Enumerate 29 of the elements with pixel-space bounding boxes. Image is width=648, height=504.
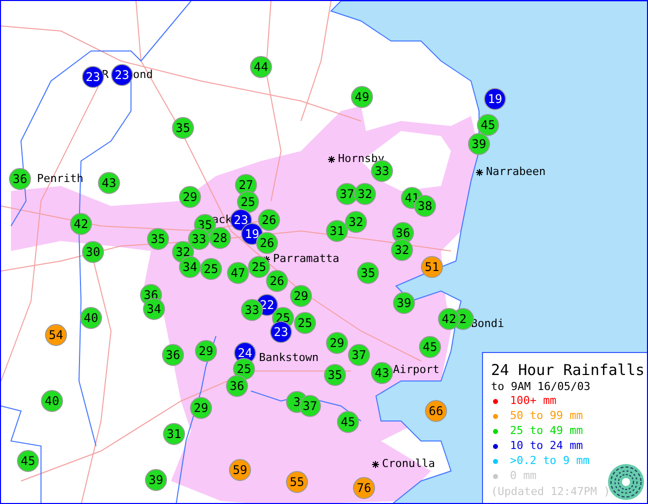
legend-label: 10 to 24 mm [510,438,583,454]
rainfall-marker: 30 [82,241,104,263]
rainfall-marker: 43 [98,172,120,194]
rainfall-marker: 29 [179,186,201,208]
legend-label: 100+ mm [510,393,556,410]
rainfall-marker: 34 [143,298,165,320]
place-label: Narrabeen [486,166,546,178]
rainfall-marker: 39 [145,469,167,491]
place-label: Cronulla [382,458,435,470]
legend-label: >0.2 to 9 mm [510,453,590,470]
place-label: Parramatta [273,253,340,265]
rainfall-marker: 45 [17,450,39,472]
rainfall-marker: 44 [250,56,272,78]
rainfall-marker: 23 [111,64,133,86]
legend-label: 50 to 99 mm [510,408,583,424]
rainfall-marker: 40 [80,307,102,329]
rainfall-marker: 36 [9,168,31,190]
place-label: Bankstown [259,352,319,364]
rainfall-marker: 54 [45,324,67,346]
rainfall-marker: 35 [172,117,194,139]
rainfall-marker: 36 [162,344,184,366]
rainfall-marker: 40 [41,390,63,412]
rainfall-marker: 49 [351,86,373,108]
rainfall-marker: 31 [163,423,185,445]
rainfall-marker: 23 [82,66,104,88]
place-label: Airport [393,364,440,376]
legend-label: 25 to 49 mm [510,423,583,440]
place-label: ond [133,69,153,81]
legend-subtitle: to 9AM 16/05/03 [491,379,592,394]
